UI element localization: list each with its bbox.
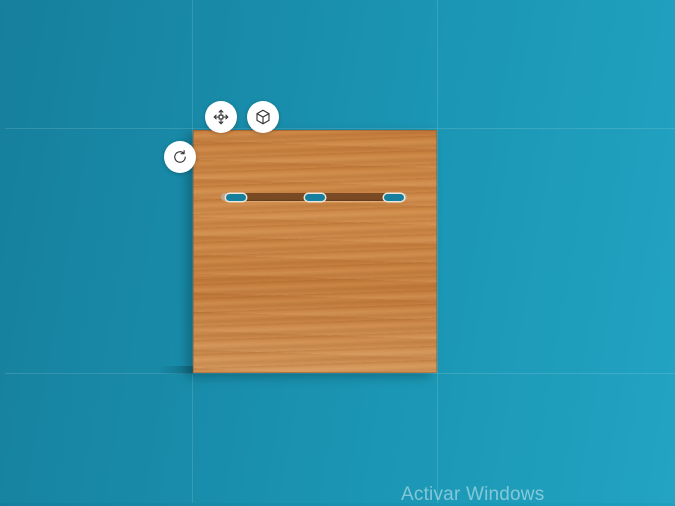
cube-icon [256,109,270,125]
grid-line [5,373,675,374]
view-3d-button[interactable] [247,101,279,133]
grid-line [5,128,675,129]
panel-shadow [158,366,196,374]
design-canvas[interactable]: Activar Windows [0,0,675,505]
rail-hole [226,194,246,201]
wood-panel[interactable] [193,130,437,373]
move-button[interactable] [205,101,237,133]
move-arrows-icon [213,109,229,125]
rotate-button[interactable] [164,141,196,173]
grid-line [437,0,438,503]
rotate-icon [174,150,186,163]
rail-hole [384,194,404,201]
rail-hole [305,194,325,201]
